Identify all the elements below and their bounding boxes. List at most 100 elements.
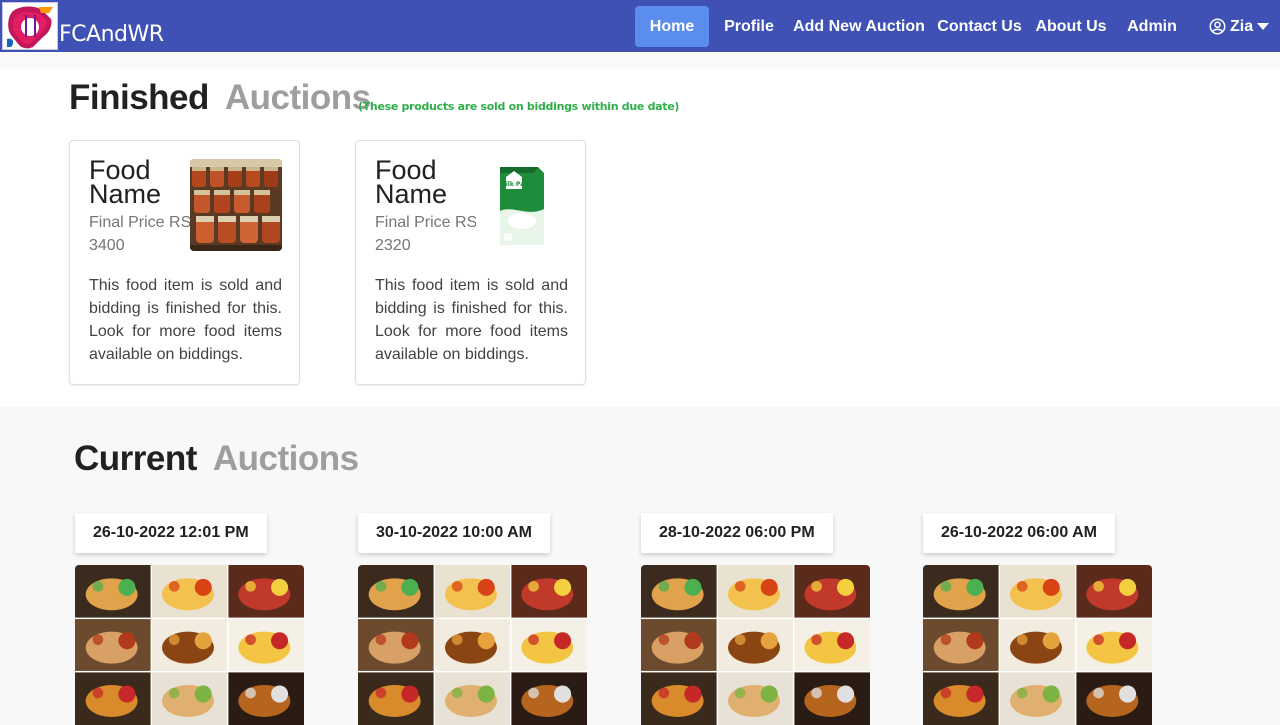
collage-garnish	[760, 578, 778, 596]
card-final-price: Final Price RS 3400	[89, 214, 192, 254]
user-menu[interactable]: Zia	[1209, 6, 1270, 47]
collage-garnish	[554, 685, 572, 703]
collage-divider	[923, 670, 1152, 673]
collage-garnish	[811, 581, 822, 592]
collage-garnish	[451, 634, 463, 645]
finished-card[interactable]: Food Name Final Price RS 2320 Milk Pak T…	[355, 140, 586, 385]
card-description: This food item is sold and bidding is fi…	[375, 277, 568, 363]
collage-garnish	[1119, 632, 1137, 650]
collage-garnish	[684, 578, 702, 596]
nav-contact-us[interactable]: Contact Us	[934, 6, 1025, 47]
collage-garnish	[811, 687, 822, 699]
collage-garnish	[940, 634, 952, 645]
brand-logo[interactable]	[2, 2, 58, 50]
card-final-price: Final Price RS 2320	[375, 214, 478, 254]
fast-food-collage	[923, 565, 1152, 725]
collage-garnish	[966, 632, 984, 650]
collage-divider	[358, 670, 587, 673]
collage-garnish	[401, 632, 419, 650]
chef-logo-icon	[3, 3, 57, 49]
collage-garnish	[477, 685, 495, 703]
collage-garnish	[1042, 578, 1060, 596]
auction-food-image[interactable]	[923, 565, 1152, 725]
user-name: Zia	[1230, 18, 1254, 35]
collage-divider	[358, 617, 587, 620]
food-image-jars	[190, 159, 282, 251]
collage-garnish	[528, 634, 539, 645]
collage-divider	[433, 565, 436, 725]
collage-garnish	[528, 687, 539, 699]
collage-divider	[150, 565, 153, 725]
collage-garnish	[92, 687, 104, 699]
collage-garnish	[451, 687, 463, 699]
collage-garnish	[734, 581, 746, 592]
collage-divider	[1074, 565, 1077, 725]
collage-divider	[716, 565, 719, 725]
collage-garnish	[837, 632, 855, 650]
collage-garnish	[734, 687, 746, 699]
nav-profile[interactable]: Profile	[718, 6, 780, 47]
auction-date-chip: 28-10-2022 06:00 PM	[641, 513, 833, 553]
card-title: Food Name	[375, 155, 448, 209]
collage-garnish	[477, 578, 495, 596]
collage-garnish	[734, 634, 746, 645]
collage-garnish	[837, 685, 855, 703]
collage-garnish	[1016, 581, 1028, 592]
nav-admin[interactable]: Admin	[1121, 6, 1183, 47]
collage-garnish	[477, 632, 495, 650]
collage-garnish	[401, 685, 419, 703]
collage-divider	[226, 565, 229, 725]
collage-garnish	[271, 632, 289, 650]
auction-food-image[interactable]	[641, 565, 870, 725]
collage-garnish	[118, 632, 136, 650]
fast-food-collage	[75, 565, 304, 725]
collage-garnish	[658, 687, 670, 699]
collage-garnish	[168, 687, 180, 699]
current-section-title: Current Auctions	[74, 439, 359, 478]
fast-food-collage	[358, 565, 587, 725]
collage-garnish	[1093, 634, 1104, 645]
collage-divider	[998, 565, 1001, 725]
collage-garnish	[1093, 687, 1104, 699]
collage-divider	[792, 565, 795, 725]
collage-garnish	[245, 634, 256, 645]
brand-name[interactable]: FCAndWR	[59, 22, 164, 47]
collage-garnish	[1042, 685, 1060, 703]
auction-date-chip: 26-10-2022 06:00 AM	[923, 513, 1115, 553]
collage-garnish	[451, 581, 463, 592]
collage-divider	[923, 617, 1152, 620]
collage-divider	[75, 670, 304, 673]
nav-home[interactable]: Home	[635, 6, 709, 47]
collage-garnish	[118, 685, 136, 703]
collage-garnish	[401, 578, 419, 596]
collage-garnish	[375, 634, 387, 645]
caret-down-icon	[1257, 22, 1270, 30]
auction-date-chip: 30-10-2022 10:00 AM	[358, 513, 550, 553]
collage-garnish	[245, 687, 256, 699]
nav-about-us[interactable]: About Us	[1032, 6, 1110, 47]
auction-food-image[interactable]	[75, 565, 304, 725]
collage-garnish	[271, 578, 289, 596]
collage-garnish	[684, 632, 702, 650]
fast-food-collage	[641, 565, 870, 725]
collage-garnish	[245, 581, 256, 592]
collage-divider	[641, 617, 870, 620]
collage-garnish	[375, 687, 387, 699]
food-image-milk-carton: Milk Pak	[476, 159, 568, 251]
collage-garnish	[1016, 634, 1028, 645]
collage-garnish	[966, 578, 984, 596]
collage-divider	[75, 617, 304, 620]
collage-garnish	[760, 632, 778, 650]
collage-divider	[509, 565, 512, 725]
current-auctions-section: Current Auctions 26-10-2022 12:01 PM 30-1…	[0, 407, 1280, 725]
collage-garnish	[168, 634, 180, 645]
collage-garnish	[168, 581, 180, 592]
collage-garnish	[811, 634, 822, 645]
finished-card[interactable]: Food Name Final Price RS 3400 This food …	[69, 140, 300, 385]
collage-garnish	[966, 685, 984, 703]
nav-add-new-auction[interactable]: Add New Auction	[790, 6, 928, 47]
card-title: Food Name	[89, 155, 162, 209]
milk-carton-text: Milk Pak	[500, 181, 529, 188]
collage-garnish	[92, 634, 104, 645]
auction-food-image[interactable]	[358, 565, 587, 725]
